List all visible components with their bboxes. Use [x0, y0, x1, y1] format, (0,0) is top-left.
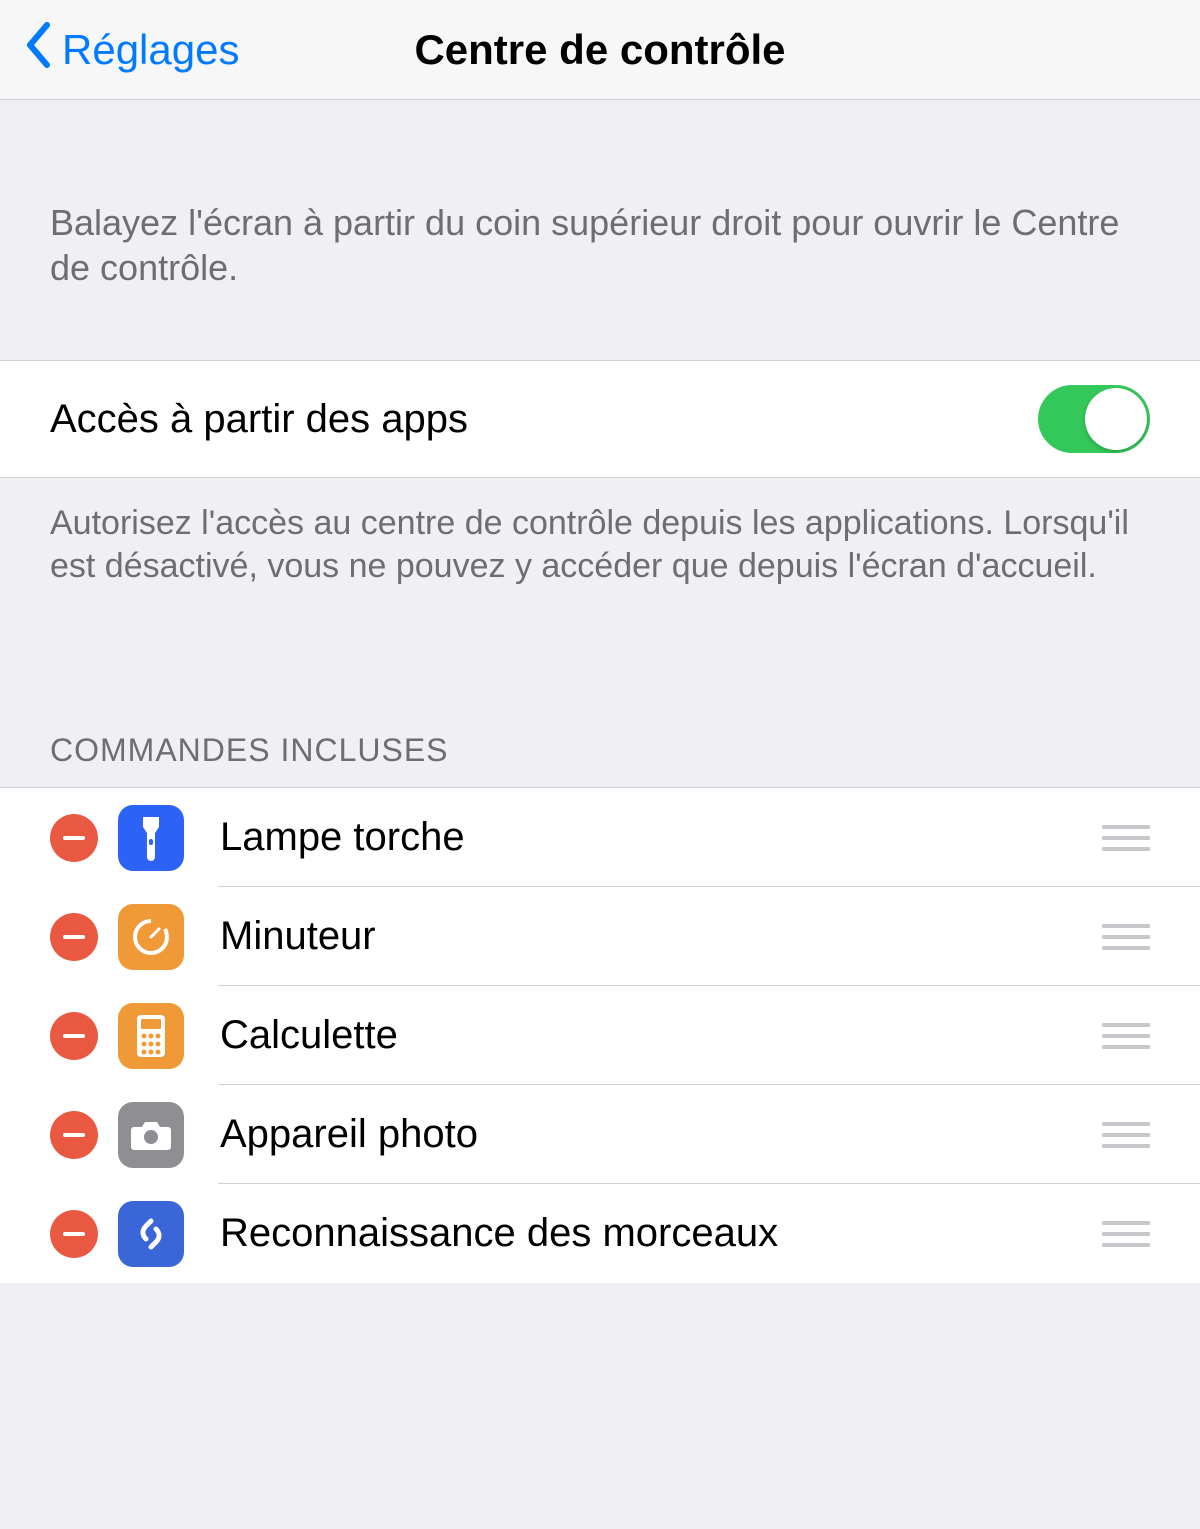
access-from-apps-toggle[interactable] [1038, 385, 1150, 453]
calculator-icon [118, 1003, 184, 1069]
back-label: Réglages [62, 26, 239, 74]
flashlight-icon [118, 805, 184, 871]
minus-icon [63, 935, 85, 939]
back-button[interactable]: Réglages [0, 21, 239, 79]
included-section-header: COMMANDES INCLUSES [0, 587, 1200, 787]
remove-button[interactable] [50, 913, 98, 961]
minus-icon [63, 1034, 85, 1038]
minus-icon [63, 836, 85, 840]
list-item-label: Lampe torche [220, 815, 1102, 860]
remove-button[interactable] [50, 1111, 98, 1159]
list-item: Reconnaissance des morceaux [0, 1184, 1200, 1283]
drag-handle-icon[interactable] [1102, 924, 1150, 950]
list-item-label: Minuteur [220, 914, 1102, 959]
drag-handle-icon[interactable] [1102, 1023, 1150, 1049]
list-item: Lampe torche [0, 788, 1200, 887]
list-item: Minuteur [0, 887, 1200, 986]
drag-handle-icon[interactable] [1102, 825, 1150, 851]
list-item-label: Reconnaissance des morceaux [220, 1211, 1102, 1256]
toggle-knob [1085, 388, 1147, 450]
remove-button[interactable] [50, 814, 98, 862]
minus-icon [63, 1133, 85, 1137]
remove-button[interactable] [50, 1210, 98, 1258]
list-item-label: Appareil photo [220, 1112, 1102, 1157]
chevron-left-icon [24, 21, 52, 79]
intro-description: Balayez l'écran à partir du coin supérie… [0, 100, 1200, 360]
shazam-icon [118, 1201, 184, 1267]
access-from-apps-row: Accès à partir des apps [0, 360, 1200, 478]
nav-header: Réglages Centre de contrôle [0, 0, 1200, 100]
drag-handle-icon[interactable] [1102, 1221, 1150, 1247]
access-from-apps-label: Accès à partir des apps [50, 397, 468, 442]
timer-icon [118, 904, 184, 970]
list-item: Calculette [0, 986, 1200, 1085]
page-title: Centre de contrôle [414, 26, 785, 74]
camera-icon [118, 1102, 184, 1168]
drag-handle-icon[interactable] [1102, 1122, 1150, 1148]
access-footer-description: Autorisez l'accès au centre de contrôle … [0, 478, 1200, 587]
included-controls-list: Lampe torche Minuteur Calculette Apparei… [0, 787, 1200, 1283]
remove-button[interactable] [50, 1012, 98, 1060]
list-item-label: Calculette [220, 1013, 1102, 1058]
list-item: Appareil photo [0, 1085, 1200, 1184]
minus-icon [63, 1232, 85, 1236]
